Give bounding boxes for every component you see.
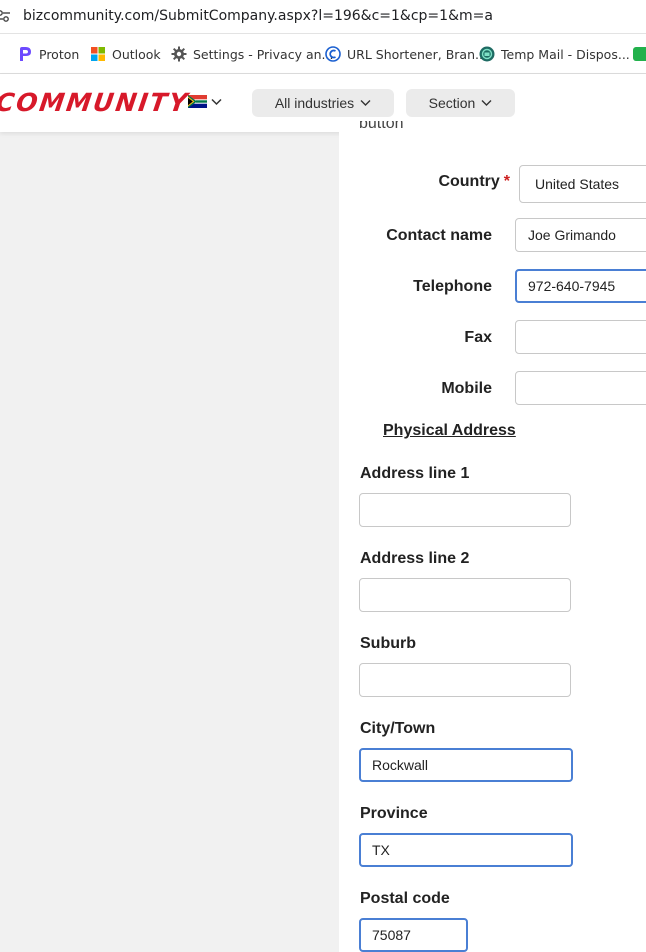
bookmark-app-icon: [633, 47, 646, 61]
south-africa-flag-icon: [188, 95, 207, 108]
gear-icon: [171, 46, 187, 62]
bookmark-outlook[interactable]: Outlook: [90, 44, 161, 64]
country-label: Country *: [438, 173, 510, 190]
suburb-label: Suburb: [360, 635, 416, 652]
truncated-text: button: [359, 121, 404, 132]
chevron-down-icon: [360, 100, 371, 106]
required-mark: *: [503, 173, 510, 190]
postal-code-label: Postal code: [360, 890, 450, 907]
address-line-2-label: Address line 2: [360, 550, 470, 567]
bookmark-temp-mail[interactable]: Temp Mail - Dispos...: [479, 44, 630, 64]
country-selector[interactable]: [188, 95, 222, 108]
proton-icon: [20, 47, 31, 61]
country-select[interactable]: United States: [519, 165, 646, 203]
suburb-input[interactable]: [359, 663, 571, 697]
chevron-down-icon: [211, 98, 222, 105]
url-shortener-icon: [325, 46, 341, 62]
address-line-2-input[interactable]: [359, 578, 571, 612]
site-logo[interactable]: COMMUNITY: [0, 88, 191, 117]
bookmark-proton[interactable]: Proton: [17, 44, 79, 64]
site-header: COMMUNITY All industries Section: [0, 74, 646, 132]
fax-label: Fax: [464, 329, 492, 346]
chevron-down-icon: [481, 100, 492, 106]
address-line-1-label: Address line 1: [360, 465, 470, 482]
telephone-input[interactable]: 972-640-7945: [515, 269, 646, 303]
bookmark-overflow[interactable]: [633, 44, 646, 64]
url-text[interactable]: bizcommunity.com/SubmitCompany.aspx?l=19…: [23, 8, 493, 24]
all-industries-dropdown[interactable]: All industries: [252, 89, 394, 117]
bookmarks-bar: Proton Outlook Settings - Privacy an...: [0, 34, 646, 74]
contact-name-label: Contact name: [386, 227, 492, 244]
browser-address-bar[interactable]: bizcommunity.com/SubmitCompany.aspx?l=19…: [0, 0, 646, 34]
province-label: Province: [360, 805, 428, 822]
section-dropdown[interactable]: Section: [406, 89, 515, 117]
physical-address-heading: Physical Address: [383, 422, 516, 439]
address-line-1-input[interactable]: [359, 493, 571, 527]
mobile-input[interactable]: [515, 371, 646, 405]
bookmark-settings[interactable]: Settings - Privacy an...: [171, 44, 333, 64]
outlook-icon: [91, 47, 105, 61]
fax-input[interactable]: [515, 320, 646, 354]
city-input[interactable]: Rockwall: [359, 748, 573, 782]
form-panel: [339, 132, 646, 952]
mobile-label: Mobile: [441, 380, 492, 397]
bookmark-url-shortener[interactable]: URL Shortener, Bran...: [325, 44, 487, 64]
province-input[interactable]: TX: [359, 833, 573, 867]
site-info-icon[interactable]: [0, 9, 10, 23]
postal-code-input[interactable]: 75087: [359, 918, 468, 952]
telephone-label: Telephone: [413, 278, 492, 295]
temp-mail-icon: [479, 46, 495, 62]
city-label: City/Town: [360, 720, 436, 737]
contact-name-input[interactable]: Joe Grimando: [515, 218, 646, 252]
